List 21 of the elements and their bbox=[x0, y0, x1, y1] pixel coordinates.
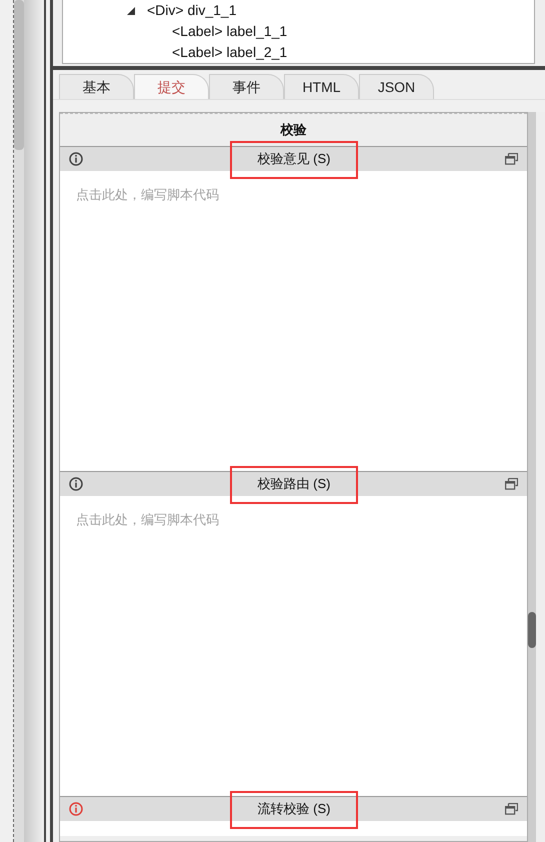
caret-icon[interactable] bbox=[127, 6, 135, 14]
restore-icon[interactable] bbox=[505, 803, 518, 815]
restore-icon[interactable] bbox=[505, 478, 518, 490]
tab[interactable]: 基本 bbox=[59, 74, 134, 99]
scrollbar[interactable] bbox=[14, 0, 24, 842]
tab[interactable]: HTML bbox=[284, 74, 359, 99]
section-title: 校验意见 (S) bbox=[258, 151, 330, 166]
panel-title: 校验 bbox=[280, 121, 306, 140]
placeholder-text: 点击此处，编写脚本代码 bbox=[76, 187, 219, 202]
restore-icon[interactable] bbox=[505, 153, 518, 165]
section-title: 校验路由 (S) bbox=[258, 476, 330, 491]
scrollbar[interactable] bbox=[528, 112, 536, 842]
tree-node[interactable]: <Div> div_1_1 bbox=[147, 0, 237, 21]
tab[interactable]: 事件 bbox=[209, 74, 284, 99]
tree-node[interactable]: <Label> label_1_1 bbox=[172, 21, 288, 42]
placeholder-text: 点击此处，编写脚本代码 bbox=[76, 512, 219, 527]
tree-node[interactable]: <Label> label_2_1 bbox=[172, 42, 288, 63]
tab[interactable]: JSON bbox=[359, 74, 434, 99]
script-editor[interactable] bbox=[60, 821, 527, 836]
section-title: 流转校验 (S) bbox=[258, 801, 330, 816]
tab[interactable]: 提交 bbox=[134, 74, 209, 99]
